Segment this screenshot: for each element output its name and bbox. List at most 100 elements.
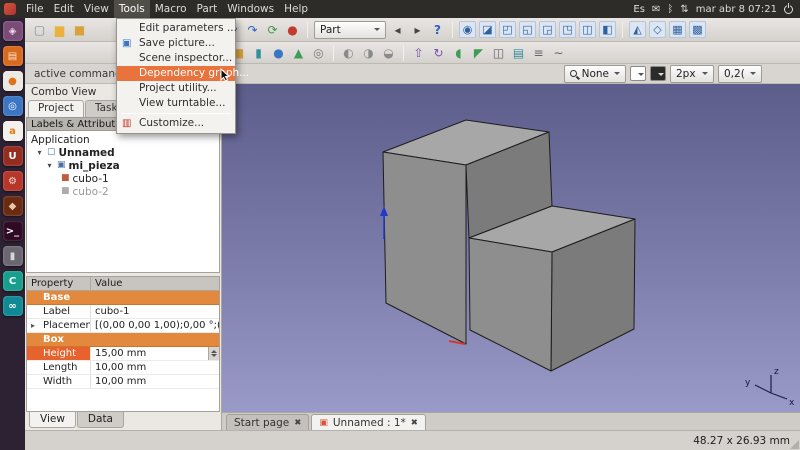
menubar-item-help[interactable]: Help <box>279 0 313 18</box>
open-folder-icon[interactable]: ▆ <box>51 21 68 38</box>
launcher-icon-terminal[interactable]: >_ <box>3 221 23 241</box>
part-cylinder-icon[interactable]: ▮ <box>250 44 267 61</box>
launcher-icon-dash-home[interactable]: ◈ <box>3 21 23 41</box>
whats-this-icon[interactable]: ? <box>429 21 446 38</box>
save-icon[interactable]: ■ <box>71 21 88 38</box>
extrude-icon[interactable]: ⇧ <box>410 44 427 61</box>
close-icon[interactable]: ✖ <box>411 418 418 428</box>
shaded-icon[interactable]: ▩ <box>689 21 706 38</box>
expander-icon[interactable]: ▾ <box>35 148 44 157</box>
property-value[interactable]: cubo-1 <box>91 305 219 318</box>
part-torus-icon[interactable]: ◎ <box>310 44 327 61</box>
property-group-box[interactable]: Box <box>27 333 219 347</box>
view-left-icon[interactable]: ◧ <box>599 21 616 38</box>
launcher-icon-software-center[interactable]: ◎ <box>3 96 23 116</box>
launcher-icon-ubuntu-one[interactable]: U <box>3 146 23 166</box>
new-document-icon[interactable]: ▢ <box>31 21 48 38</box>
property-value[interactable]: 10,00 mm <box>91 375 219 388</box>
chamfer-icon[interactable]: ◤ <box>470 44 487 61</box>
view-rear-icon[interactable]: ◳ <box>559 21 576 38</box>
menu-item-dependency-graph[interactable]: Dependency graph... <box>117 66 235 81</box>
menubar-item-tools[interactable]: Tools <box>114 0 150 18</box>
power-icon[interactable] <box>784 5 793 14</box>
menu-item-save-picture[interactable]: ▣ Save picture... <box>117 36 235 51</box>
tab-start-page[interactable]: Start page ✖ <box>226 414 309 430</box>
sweep-icon[interactable]: ∼ <box>550 44 567 61</box>
resize-grip[interactable] <box>790 440 799 449</box>
measure-icon[interactable]: ◭ <box>629 21 646 38</box>
ruled-surface-icon[interactable]: ▤ <box>510 44 527 61</box>
property-row-length[interactable]: Length 10,00 mm <box>27 361 219 375</box>
mirror-icon[interactable]: ◫ <box>490 44 507 61</box>
menubar-item-view[interactable]: View <box>79 0 114 18</box>
bluetooth-icon[interactable]: ᛒ <box>667 4 673 15</box>
menubar-item-macro[interactable]: Macro <box>150 0 192 18</box>
part-cone-icon[interactable]: ▲ <box>290 44 307 61</box>
tab-unnamed-document[interactable]: ▣ Unnamed : 1* ✖ <box>311 414 426 430</box>
launcher-icon-arduino[interactable]: ∞ <box>3 296 23 316</box>
menubar-item-windows[interactable]: Windows <box>222 0 279 18</box>
part-sphere-icon[interactable]: ● <box>270 44 287 61</box>
selection-filter-dropdown[interactable]: None <box>564 65 626 83</box>
texture-icon[interactable]: ▦ <box>669 21 686 38</box>
expander-icon[interactable]: ▸ <box>31 321 35 330</box>
tree-item-application[interactable]: Application <box>27 133 219 146</box>
view-bottom-icon[interactable]: ◫ <box>579 21 596 38</box>
menubar-item-edit[interactable]: Edit <box>49 0 79 18</box>
menu-item-customize[interactable]: ▥ Customize... <box>117 116 235 131</box>
revolve-icon[interactable]: ↻ <box>430 44 447 61</box>
property-value-editor[interactable]: 15,00 mm <box>91 347 219 360</box>
refresh-icon[interactable]: ⟳ <box>264 21 281 38</box>
nav-back-icon[interactable]: ◂ <box>389 21 406 38</box>
launcher-icon-amazon[interactable]: a <box>3 121 23 141</box>
network-icon[interactable]: ⇅ <box>680 4 688 15</box>
boolean-intersect-icon[interactable]: ◒ <box>380 44 397 61</box>
boolean-union-icon[interactable]: ◐ <box>340 44 357 61</box>
transparency-dropdown[interactable]: 0,2( <box>718 65 762 83</box>
tree-item-mi-pieza[interactable]: ▾ ▣ mi_pieza <box>27 159 219 172</box>
tab-project[interactable]: Project <box>28 100 84 117</box>
property-value[interactable]: [(0,00 0,00 1,00);0,00 °;(0,0... <box>91 319 219 332</box>
tab-view[interactable]: View <box>29 412 76 428</box>
close-icon[interactable]: ✖ <box>294 418 301 428</box>
property-value[interactable]: 10,00 mm <box>91 361 219 374</box>
menu-item-project-utility[interactable]: Project utility... <box>117 81 235 96</box>
keyboard-layout-indicator[interactable]: Es <box>633 4 645 15</box>
menu-item-edit-parameters[interactable]: Edit parameters ... <box>117 21 235 36</box>
view-top-icon[interactable]: ◱ <box>519 21 536 38</box>
menu-item-scene-inspector[interactable]: Scene inspector... <box>117 51 235 66</box>
redo-icon[interactable]: ↷ <box>244 21 261 38</box>
launcher-icon-firefox[interactable]: ● <box>3 71 23 91</box>
menubar-item-part[interactable]: Part <box>192 0 223 18</box>
property-row-height[interactable]: Height 15,00 mm <box>27 347 219 361</box>
line-color-swatch[interactable] <box>650 66 666 81</box>
launcher-icon-builder[interactable]: C <box>3 271 23 291</box>
workbench-selector[interactable]: Part <box>314 21 386 39</box>
property-group-base[interactable]: Base <box>27 291 219 305</box>
view-axonometric-icon[interactable]: ◪ <box>479 21 496 38</box>
view-fit-icon[interactable]: ◉ <box>459 21 476 38</box>
fillet-icon[interactable]: ◖ <box>450 44 467 61</box>
mail-icon[interactable]: ✉ <box>652 4 660 15</box>
property-row-placement[interactable]: ▸ Placement [(0,00 0,00 1,00);0,00 °;(0,… <box>27 319 219 333</box>
clipping-icon[interactable]: ◇ <box>649 21 666 38</box>
tree-item-cubo-2[interactable]: ■ cubo-2 <box>27 185 219 198</box>
property-row-width[interactable]: Width 10,00 mm <box>27 375 219 389</box>
menubar-item-file[interactable]: File <box>21 0 49 18</box>
line-width-dropdown[interactable]: 2px <box>670 65 714 83</box>
face-color-swatch[interactable] <box>630 66 646 81</box>
clock[interactable]: mar abr 8 07:21 <box>696 4 777 15</box>
launcher-icon-system-settings[interactable]: ⚙ <box>3 171 23 191</box>
view-right-icon[interactable]: ◲ <box>539 21 556 38</box>
loft-icon[interactable]: ≡ <box>530 44 547 61</box>
property-row-label[interactable]: Label cubo-1 <box>27 305 219 319</box>
tree-item-cubo-1[interactable]: ■ cubo-1 <box>27 172 219 185</box>
part-solid[interactable] <box>383 120 635 371</box>
tab-data[interactable]: Data <box>77 412 124 428</box>
launcher-icon-media-player[interactable]: ▮ <box>3 246 23 266</box>
tree-item-unnamed[interactable]: ▾ ▢ Unnamed <box>27 146 219 159</box>
record-macro-icon[interactable]: ● <box>284 21 301 38</box>
launcher-icon-gimp[interactable]: ◆ <box>3 196 23 216</box>
expander-icon[interactable]: ▾ <box>45 161 54 170</box>
3d-viewport[interactable]: x y z <box>222 84 800 412</box>
